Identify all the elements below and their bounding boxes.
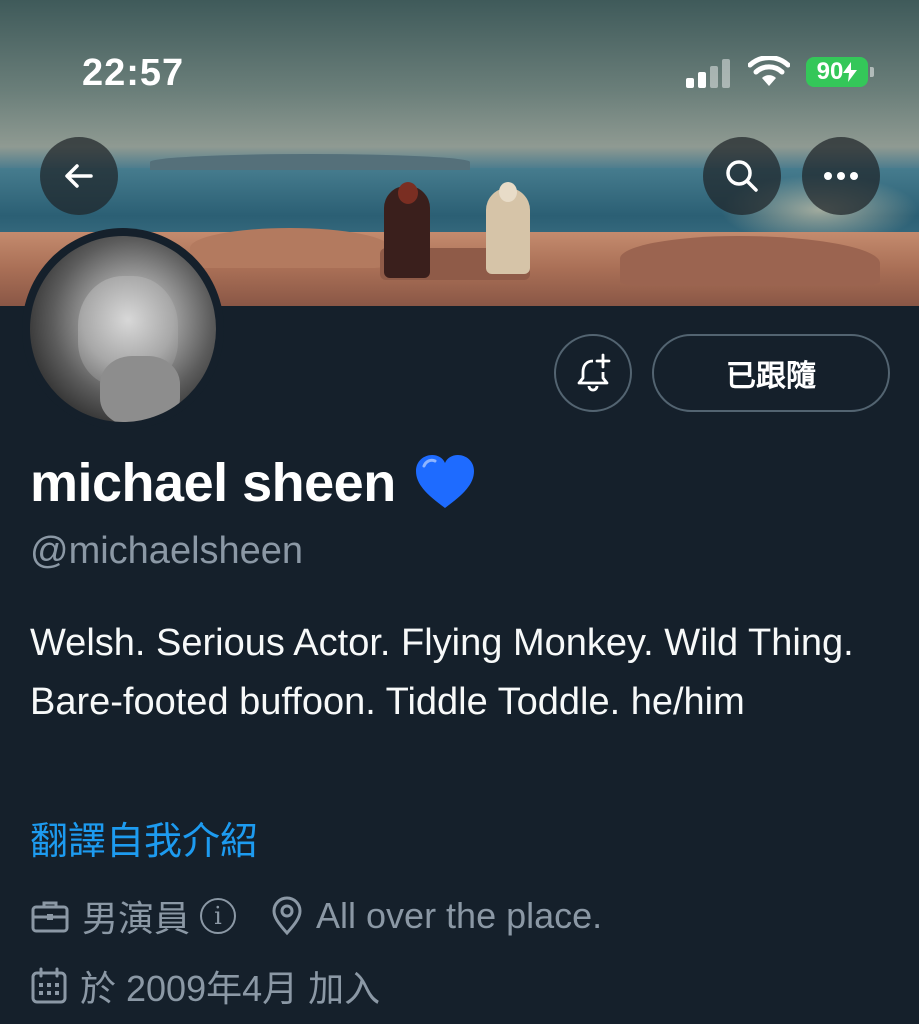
calendar-icon [31, 967, 67, 1004]
profile-meta-row: 於 2009年4月 加入 [30, 960, 380, 1012]
blue-heart-icon [415, 455, 474, 508]
banner-rock [190, 228, 390, 268]
battery-level: 90 [816, 58, 844, 85]
profile-handle: @michaelsheen [30, 530, 304, 572]
profile-location: All over the place. [316, 895, 603, 936]
profile-name: michael sheen [30, 453, 396, 513]
arrow-left-icon [65, 164, 93, 188]
back-button[interactable] [40, 137, 118, 215]
search-icon [726, 160, 758, 192]
banner-figure [384, 182, 430, 278]
profile-category: 男演員 [82, 898, 191, 939]
charging-bolt-icon [843, 62, 858, 82]
banner-island [150, 154, 470, 170]
avatar[interactable] [22, 228, 224, 430]
profile-name-row: michael sheen [30, 452, 476, 514]
search-button[interactable] [703, 137, 781, 215]
notification-bell-plus-icon [577, 353, 611, 392]
profile-joined-date: 於 2009年4月 加入 [80, 968, 381, 1009]
status-time: 22:57 [82, 52, 185, 94]
cellular-signal-icon [686, 58, 734, 88]
following-button[interactable]: 已跟隨 [652, 334, 890, 412]
profile-meta-row: 男演員 i All over the place. [30, 890, 602, 942]
more-horizontal-icon [824, 172, 858, 180]
info-icon[interactable]: i [200, 898, 237, 934]
battery-tip [870, 67, 874, 77]
notifications-button[interactable] [554, 334, 632, 412]
wifi-icon [748, 56, 790, 86]
more-button[interactable] [802, 137, 880, 215]
banner-figure [486, 182, 530, 274]
banner-rock [620, 236, 880, 286]
avatar-photo [30, 236, 216, 422]
profile-bio: Welsh. Serious Actor. Flying Monkey. Wil… [30, 622, 854, 723]
briefcase-icon [31, 901, 69, 933]
translate-bio-link[interactable]: 翻譯自我介紹 [30, 810, 258, 865]
battery-indicator: 90 [806, 57, 868, 87]
location-pin-icon [272, 896, 302, 936]
status-bar: 22:57 90 [0, 0, 919, 140]
